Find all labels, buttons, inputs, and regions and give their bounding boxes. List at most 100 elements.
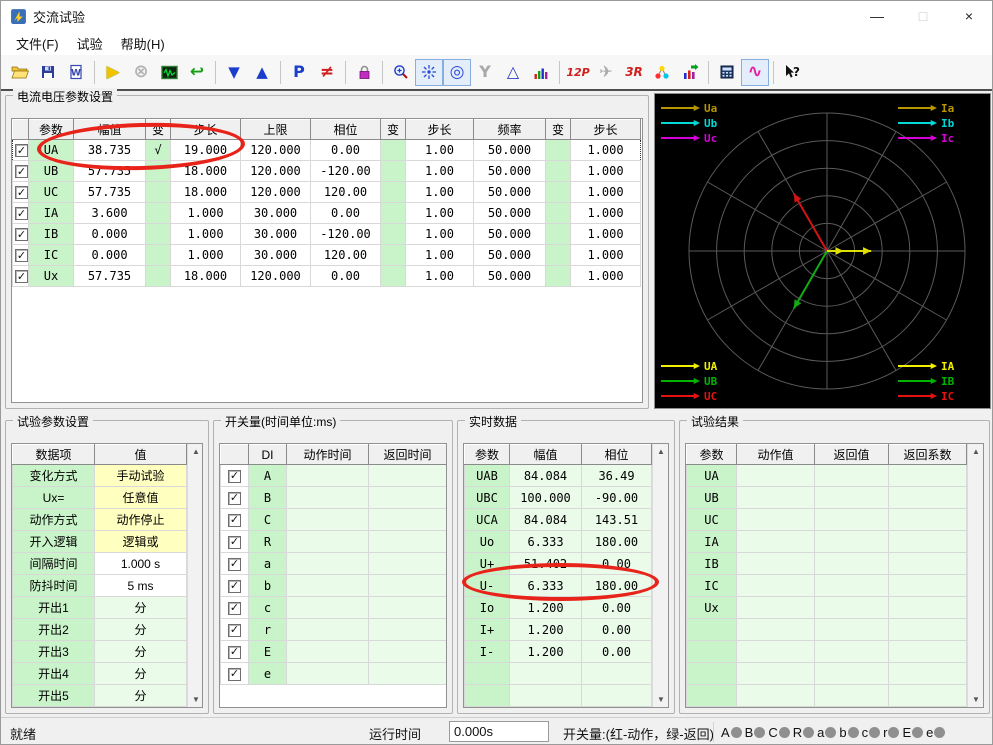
setting-value-cell[interactable]: 5 ms [95, 575, 187, 597]
row-enable-cell[interactable]: ✓ [13, 203, 29, 224]
target-button[interactable]: ◎ [443, 59, 471, 86]
amplitude-cell[interactable]: 57.735 [74, 161, 146, 182]
frequency-cell[interactable]: 50.000 [474, 161, 546, 182]
vary-flag-cell[interactable] [146, 266, 171, 287]
freq-step-cell[interactable]: 1.000 [571, 203, 641, 224]
col-vary3[interactable]: 变 [546, 120, 571, 140]
minimize-button[interactable]: — [854, 1, 900, 31]
phase-cell[interactable]: -120.00 [311, 161, 381, 182]
di-enable-cell[interactable]: ✓ [221, 597, 249, 619]
freq-step-cell[interactable]: 1.000 [571, 182, 641, 203]
di-enable-cell[interactable]: ✓ [221, 575, 249, 597]
frequency-cell[interactable]: 50.000 [474, 266, 546, 287]
setting-value-cell[interactable]: 分 [95, 707, 187, 709]
zoom-button[interactable] [387, 59, 415, 86]
waveform-button[interactable]: ∿ [741, 59, 769, 86]
row-enable-cell[interactable]: ✓ [13, 140, 29, 161]
di-enable-cell[interactable]: ✓ [221, 487, 249, 509]
phase-cell[interactable]: 120.00 [311, 245, 381, 266]
di-enable-cell[interactable]: ✓ [221, 509, 249, 531]
fault-button[interactable]: ≠ [313, 59, 341, 86]
step-cell[interactable]: 18.000 [171, 182, 241, 203]
limit-cell[interactable]: 30.000 [241, 245, 311, 266]
brightness-button[interactable] [415, 59, 443, 86]
phase-p-button[interactable]: P [285, 59, 313, 86]
di-enable-cell[interactable]: ✓ [221, 531, 249, 553]
setting-value-cell[interactable]: 分 [95, 641, 187, 663]
vary2-flag-cell[interactable] [381, 182, 406, 203]
step-up-button[interactable]: ▲ [248, 59, 276, 86]
scroll-up-icon[interactable]: ▲ [192, 444, 200, 459]
frequency-cell[interactable]: 50.000 [474, 140, 546, 161]
phase-cell[interactable]: -120.00 [311, 224, 381, 245]
col-param[interactable]: 参数 [29, 120, 74, 140]
setting-value-cell[interactable]: 动作停止 [95, 509, 187, 531]
vary2-flag-cell[interactable] [381, 203, 406, 224]
freq-step-cell[interactable]: 1.000 [571, 266, 641, 287]
harmonics-button[interactable] [527, 59, 555, 86]
row-enable-cell[interactable]: ✓ [13, 266, 29, 287]
save-file-button[interactable] [34, 59, 62, 86]
amplitude-cell[interactable]: 0.000 [74, 224, 146, 245]
phase-step-cell[interactable]: 1.00 [406, 266, 474, 287]
di-enable-cell[interactable]: ✓ [221, 619, 249, 641]
step-cell[interactable]: 1.000 [171, 203, 241, 224]
undo-button[interactable]: ↩ [183, 59, 211, 86]
scroll-down-icon[interactable]: ▼ [192, 692, 200, 707]
amplitude-cell[interactable]: 0.000 [74, 245, 146, 266]
frequency-cell[interactable]: 50.000 [474, 182, 546, 203]
phase-cell[interactable]: 0.00 [311, 140, 381, 161]
vary2-flag-cell[interactable] [381, 266, 406, 287]
col-phase[interactable]: 相位 [311, 120, 381, 140]
setting-value-cell[interactable]: 分 [95, 685, 187, 707]
close-button[interactable]: × [946, 1, 992, 31]
limit-cell[interactable]: 30.000 [241, 203, 311, 224]
row-enable-cell[interactable]: ✓ [13, 161, 29, 182]
limit-cell[interactable]: 120.000 [241, 182, 311, 203]
col-frequency[interactable]: 频率 [474, 120, 546, 140]
step-cell[interactable]: 1.000 [171, 224, 241, 245]
menu-item[interactable]: 试验 [68, 31, 112, 56]
limit-cell[interactable]: 120.000 [241, 140, 311, 161]
amplitude-cell[interactable]: 57.735 [74, 266, 146, 287]
di-enable-cell[interactable]: ✓ [221, 465, 249, 487]
export-report-button[interactable]: W [62, 59, 90, 86]
frequency-cell[interactable]: 50.000 [474, 245, 546, 266]
setting-value-cell[interactable]: 分 [95, 619, 187, 641]
freq-step-cell[interactable]: 1.000 [571, 161, 641, 182]
vary-flag-cell[interactable]: √ [146, 140, 171, 161]
phase-step-cell[interactable]: 1.00 [406, 182, 474, 203]
vector-group-button[interactable] [648, 59, 676, 86]
amplitude-cell[interactable]: 38.735 [74, 140, 146, 161]
scrollbar[interactable]: ▲ ▼ [187, 444, 203, 707]
vary2-flag-cell[interactable] [381, 245, 406, 266]
phase-cell[interactable]: 0.00 [311, 266, 381, 287]
vary-flag-cell[interactable] [146, 203, 171, 224]
setting-value-cell[interactable]: 分 [95, 663, 187, 685]
phase-step-cell[interactable]: 1.00 [406, 245, 474, 266]
col-vary[interactable]: 变 [146, 120, 171, 140]
menu-item[interactable]: 文件(F) [7, 31, 68, 56]
setting-value-cell[interactable]: 逻辑或 [95, 531, 187, 553]
vary2-flag-cell[interactable] [381, 161, 406, 182]
vary3-flag-cell[interactable] [546, 224, 571, 245]
limit-cell[interactable]: 120.000 [241, 266, 311, 287]
three-r-button[interactable]: 3R [620, 59, 648, 86]
frequency-cell[interactable]: 50.000 [474, 203, 546, 224]
col-limit[interactable]: 上限 [241, 120, 311, 140]
twelve-p-button[interactable]: 12P [564, 59, 592, 86]
vary-flag-cell[interactable] [146, 245, 171, 266]
scroll-up-icon[interactable]: ▲ [972, 444, 980, 459]
vary-flag-cell[interactable] [146, 182, 171, 203]
freq-step-cell[interactable]: 1.000 [571, 140, 641, 161]
delta-connection-button[interactable]: △ [499, 59, 527, 86]
scroll-down-icon[interactable]: ▼ [972, 692, 980, 707]
menu-item[interactable]: 帮助(H) [112, 31, 174, 56]
limit-cell[interactable]: 30.000 [241, 224, 311, 245]
scroll-down-icon[interactable]: ▼ [657, 692, 665, 707]
amplitude-cell[interactable]: 57.735 [74, 182, 146, 203]
vary3-flag-cell[interactable] [546, 266, 571, 287]
lock-button[interactable] [350, 59, 378, 86]
step-cell[interactable]: 1.000 [171, 245, 241, 266]
phase-cell[interactable]: 0.00 [311, 203, 381, 224]
